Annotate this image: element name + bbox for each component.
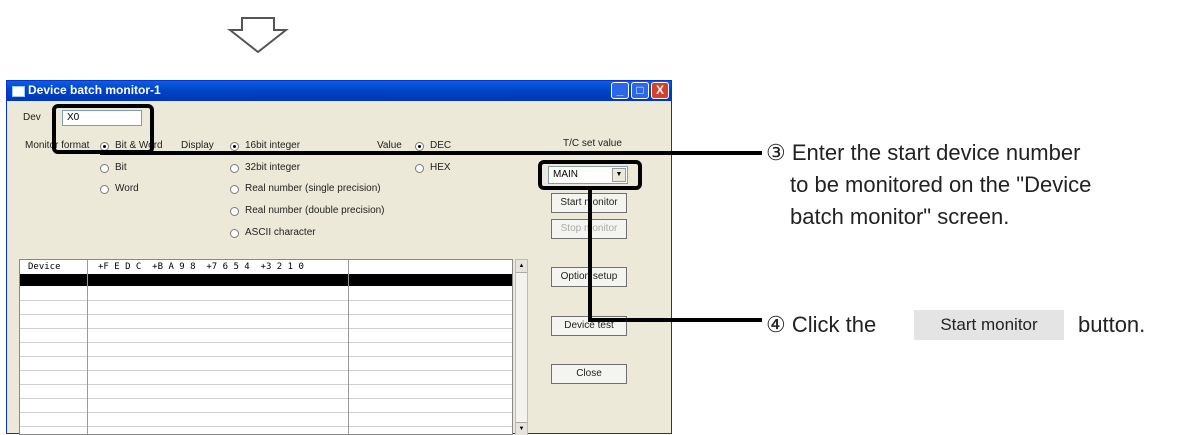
- selected-table-row[interactable]: [20, 274, 512, 286]
- scroll-down-icon[interactable]: ▼: [516, 422, 527, 435]
- close-window-button[interactable]: X: [651, 82, 669, 99]
- scroll-up-icon[interactable]: ▲: [516, 260, 527, 273]
- radio-dec[interactable]: [415, 142, 424, 151]
- window-icon: [12, 86, 25, 97]
- step4-prefix: ④ Click the: [766, 312, 877, 337]
- radio-hex[interactable]: [415, 164, 424, 173]
- table-scrollbar[interactable]: ▲ ▼: [515, 259, 528, 435]
- display-option-16bit: 16bit integer: [245, 140, 301, 151]
- table-row[interactable]: [20, 314, 512, 315]
- minimize-button[interactable]: _: [611, 82, 629, 99]
- table-row[interactable]: [20, 356, 512, 357]
- radio-real-single[interactable]: [230, 185, 239, 194]
- radio-16bit[interactable]: [230, 142, 239, 151]
- table-row[interactable]: [20, 426, 512, 427]
- table-row[interactable]: [20, 300, 512, 301]
- step4-suffix: button.: [1078, 312, 1146, 337]
- close-button[interactable]: Close: [551, 364, 627, 384]
- display-option-real-single: Real number (single precision): [245, 183, 381, 194]
- radio-bit[interactable]: [100, 164, 109, 173]
- down-arrow-icon: [227, 17, 289, 54]
- table-row[interactable]: [20, 412, 512, 413]
- title-bar: Device batch monitor-1 _ □ X: [7, 81, 671, 101]
- display-option-32bit: 32bit integer: [245, 162, 301, 173]
- window-title: Device batch monitor-1: [28, 83, 161, 97]
- tc-set-value-label: T/C set value: [563, 138, 622, 149]
- step4-connector-line: [588, 318, 762, 322]
- display-label: Display: [181, 140, 214, 151]
- radio-ascii[interactable]: [230, 229, 239, 238]
- step4-connector-vertical: [588, 188, 592, 320]
- table-row[interactable]: [20, 328, 512, 329]
- table-header: Device +F E D C +B A 9 8 +7 6 5 4 +3 2 1…: [20, 260, 512, 275]
- table-row[interactable]: [20, 370, 512, 371]
- table-row[interactable]: [20, 398, 512, 399]
- column-divider: [348, 260, 349, 434]
- device-table[interactable]: Device +F E D C +B A 9 8 +7 6 5 4 +3 2 1…: [19, 259, 513, 435]
- step3-line3: batch monitor" screen.: [790, 204, 1010, 229]
- device-input-callout: [52, 104, 154, 154]
- value-option-dec: DEC: [430, 140, 452, 151]
- display-option-real-double: Real number (double precision): [245, 205, 385, 216]
- start-monitor-callout: [538, 160, 642, 190]
- radio-real-double[interactable]: [230, 207, 239, 216]
- value-option-hex: HEX: [430, 162, 451, 173]
- radio-32bit[interactable]: [230, 164, 239, 173]
- maximize-button[interactable]: □: [631, 82, 649, 99]
- column-divider: [87, 260, 88, 434]
- radio-word[interactable]: [100, 185, 109, 194]
- step3-connector-line: [100, 151, 762, 155]
- table-row[interactable]: [20, 342, 512, 343]
- value-label: Value: [377, 140, 402, 151]
- device-label: Dev: [23, 112, 41, 123]
- word-label: Word: [115, 183, 139, 194]
- display-option-ascii: ASCII character: [245, 227, 316, 238]
- bit-label: Bit: [115, 162, 127, 173]
- column-device: Device: [28, 262, 61, 272]
- inline-start-monitor-button: Start monitor: [914, 310, 1064, 340]
- step3-line1: ③ Enter the start device number: [766, 140, 1081, 165]
- table-row[interactable]: [20, 384, 512, 385]
- step3-line2: to be monitored on the "Device: [790, 172, 1092, 197]
- column-bits: +F E D C +B A 9 8 +7 6 5 4 +3 2 1 0: [98, 262, 304, 272]
